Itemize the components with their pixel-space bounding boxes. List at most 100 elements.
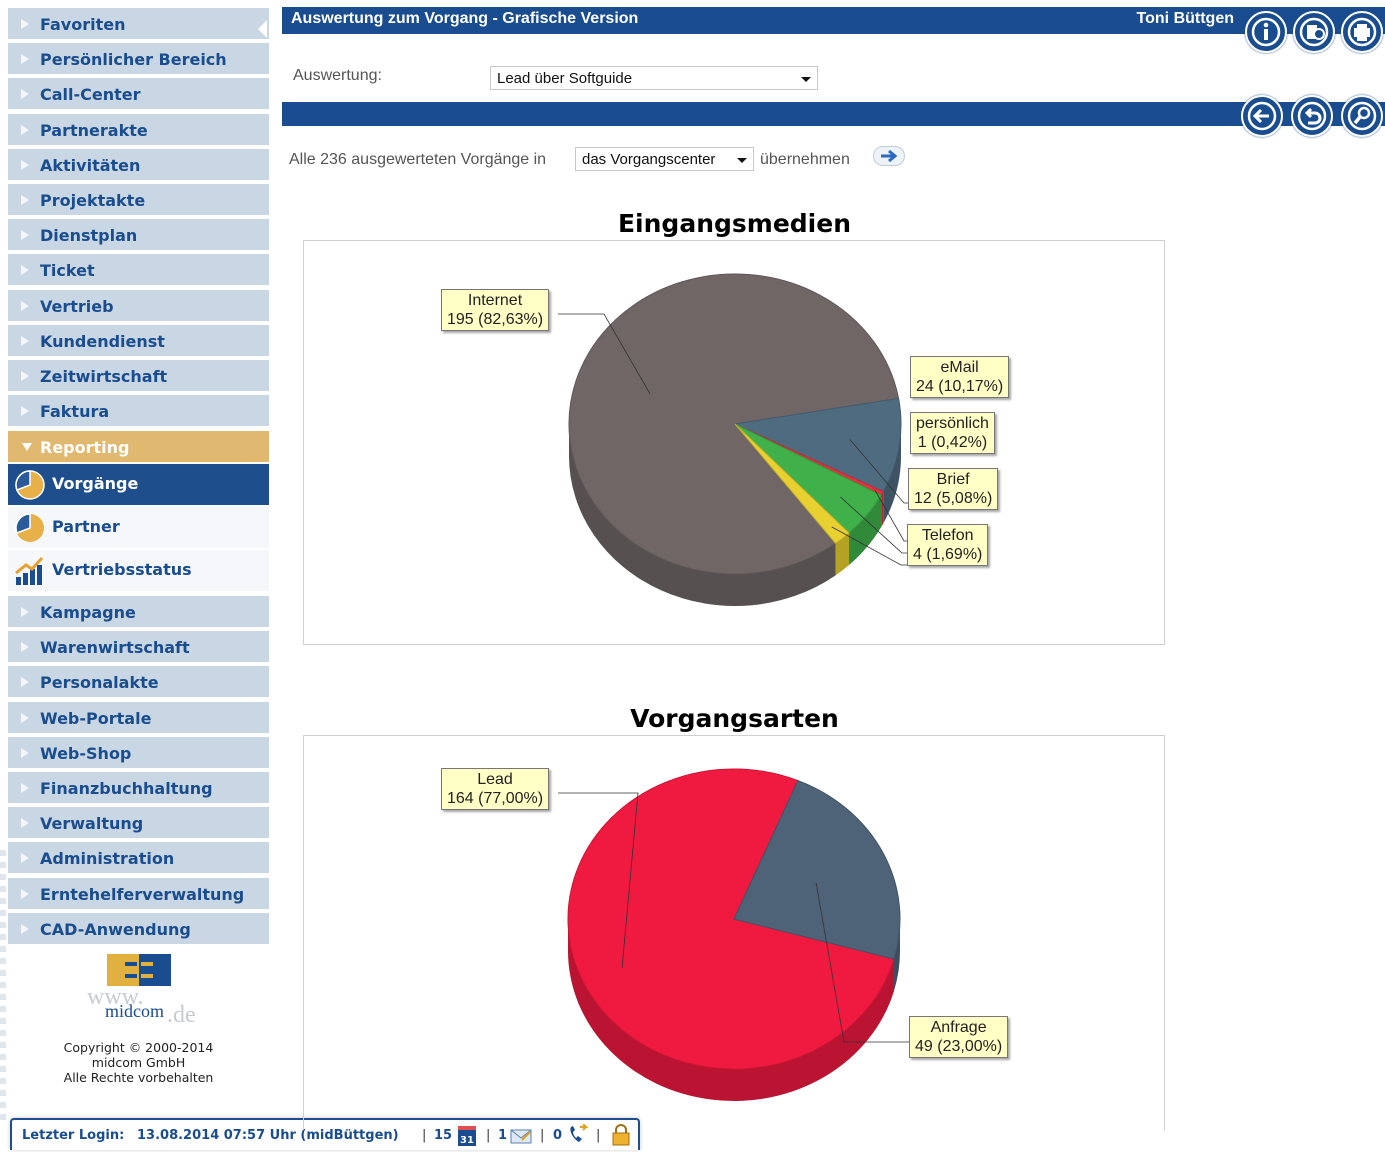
nav-item-label: Dienstplan: [40, 226, 138, 246]
nav-item[interactable]: Aktivitäten: [8, 148, 269, 181]
nav-item[interactable]: Kundendienst: [8, 324, 269, 357]
chevron-down-icon: [737, 158, 747, 163]
slice-label-name: persönlich: [916, 415, 989, 432]
mail-icon[interactable]: [510, 1128, 532, 1144]
copyright-line: Copyright © 2000-2014: [63, 1040, 214, 1055]
auswertung-label: Auswertung:: [293, 67, 382, 84]
slice-label-name: eMail: [940, 359, 979, 376]
chevron-right-icon: [21, 406, 29, 417]
transfer-target-select[interactable]: das Vorgangscenter: [575, 147, 754, 171]
slice-label-value: 164 (77,00%): [447, 790, 544, 807]
slice-label: Brief 12 (5,08%): [908, 468, 999, 510]
info-button[interactable]: [1245, 11, 1287, 53]
nav-item[interactable]: Personalakte: [8, 666, 269, 699]
separator: |: [540, 1128, 545, 1143]
pie-chart-icon: [15, 513, 44, 542]
nav-item[interactable]: Kampagne: [8, 596, 269, 628]
slice-label: Lead 164 (77,00%): [441, 768, 550, 810]
nav-item-label: Partnerakte: [40, 120, 148, 140]
mail-count[interactable]: 1: [498, 1128, 507, 1143]
nav-item[interactable]: Administration: [8, 842, 269, 875]
last-login-label: Letzter Login:: [22, 1128, 125, 1143]
copyright-line: Alle Rechte vorbehalten: [63, 1070, 214, 1085]
nav-item[interactable]: Partnerakte: [8, 113, 269, 146]
back-icon: [1247, 101, 1277, 131]
nav-sub-vertriebsstatus[interactable]: Vertriebsstatus: [8, 550, 269, 592]
undo-button[interactable]: [1291, 95, 1333, 137]
chevron-right-icon: [21, 19, 29, 29]
nav-item[interactable]: Favoriten: [8, 8, 269, 40]
chevron-right-icon: [21, 677, 29, 688]
chevron-right-icon: [21, 607, 29, 617]
nav-item[interactable]: Persönlicher Bereich: [8, 43, 269, 76]
nav-item[interactable]: Finanzbuchhaltung: [8, 772, 269, 804]
nav-item[interactable]: CAD-Anwendung: [8, 912, 269, 945]
nav-item-label: Verwaltung: [40, 814, 144, 834]
slice-label-value: 49 (23,00%): [915, 1038, 1003, 1055]
print-icon: [1347, 17, 1377, 47]
nav-item-label: Faktura: [40, 402, 110, 422]
sidebar-edge: [0, 850, 6, 1120]
nav-item[interactable]: Ticket: [8, 254, 269, 287]
nav-item-label: Warenwirtschaft: [40, 638, 190, 658]
user-name: Toni Büttgen: [1136, 10, 1234, 27]
nav-item[interactable]: Verwaltung: [8, 807, 269, 840]
print-button[interactable]: [1341, 11, 1383, 53]
nav-sub-partner[interactable]: Partner: [8, 507, 269, 549]
transfer-suffix: übernehmen: [760, 151, 850, 168]
nav-item-label: Projektakte: [40, 191, 146, 210]
chevron-right-icon: [21, 712, 29, 723]
nav-item[interactable]: Dienstplan: [8, 219, 269, 252]
nav-item[interactable]: Web-Portale: [8, 701, 269, 734]
chart-frame: Internet 195 (82,63%) eMail 24 (10,17%) pers…: [303, 240, 1165, 645]
nav-item[interactable]: Zeitwirtschaft: [8, 360, 269, 392]
nav-sub-label: Vertriebsstatus: [52, 560, 192, 579]
chart-title: Eingangsmedien: [617, 209, 851, 238]
nav-item[interactable]: Call-Center: [8, 78, 269, 111]
nav-item-label: Personalakte: [40, 673, 159, 693]
chevron-right-icon: [21, 747, 29, 758]
undo-icon: [1297, 101, 1327, 131]
search-button[interactable]: [1341, 95, 1383, 137]
nav-item-label: Finanzbuchhaltung: [40, 779, 213, 798]
nav-item[interactable]: Projektakte: [8, 184, 269, 216]
chevron-right-icon: [21, 159, 29, 170]
nav-item-label: Zeitwirtschaft: [40, 367, 168, 386]
back-button[interactable]: [1241, 95, 1283, 137]
auswertung-select[interactable]: Lead über Softguide: [490, 66, 818, 90]
chevron-right-icon: [21, 300, 29, 311]
bar-chart-icon: [15, 556, 44, 585]
calendar-count[interactable]: 15: [434, 1128, 452, 1143]
chevron-right-icon: [21, 124, 29, 135]
nav-item[interactable]: Vertrieb: [8, 289, 269, 322]
page-title: Auswertung zum Vorgang - Grafische Versi…: [291, 10, 639, 27]
nav-item-label: Kundendienst: [40, 331, 165, 351]
chevron-right-icon: [21, 335, 29, 346]
title-bar: Auswertung zum Vorgang - Grafische Versi…: [282, 7, 1385, 34]
call-count[interactable]: 0: [553, 1128, 562, 1143]
nav-sub-vorgaenge[interactable]: Vorgänge: [8, 464, 269, 506]
apply-button[interactable]: [873, 146, 905, 166]
nav-item-label: Kampagne: [40, 603, 136, 622]
chevron-right-icon: [21, 195, 29, 205]
chevron-right-icon: [21, 371, 29, 381]
slice-label: persönlich 1 (0,42%): [910, 412, 995, 454]
settings-button[interactable]: [1293, 11, 1335, 53]
collapse-sidebar-icon[interactable]: [258, 20, 267, 38]
auswertung-value: Lead über Softguide: [497, 70, 633, 87]
nav-item[interactable]: Erntehelferverwaltung: [8, 877, 269, 910]
copyright-line: midcom GmbH: [91, 1055, 186, 1070]
last-login-value: 13.08.2014 07:57 Uhr (midBüttgen): [137, 1128, 399, 1143]
chevron-right-icon: [21, 642, 29, 653]
arrow-right-icon: [881, 149, 898, 163]
chevron-right-icon: [21, 54, 29, 65]
separator: |: [422, 1128, 427, 1143]
nav-item[interactable]: Faktura: [8, 395, 269, 428]
chevron-right-icon: [21, 853, 29, 864]
slice-label-value: 195 (82,63%): [447, 311, 544, 328]
nav-section-reporting[interactable]: Reporting: [8, 431, 269, 463]
nav-item[interactable]: Warenwirtschaft: [8, 631, 269, 664]
nav-sub-label: Partner: [52, 517, 120, 536]
nav-item[interactable]: Web-Shop: [8, 736, 269, 769]
slice-label-name: Brief: [936, 471, 970, 488]
